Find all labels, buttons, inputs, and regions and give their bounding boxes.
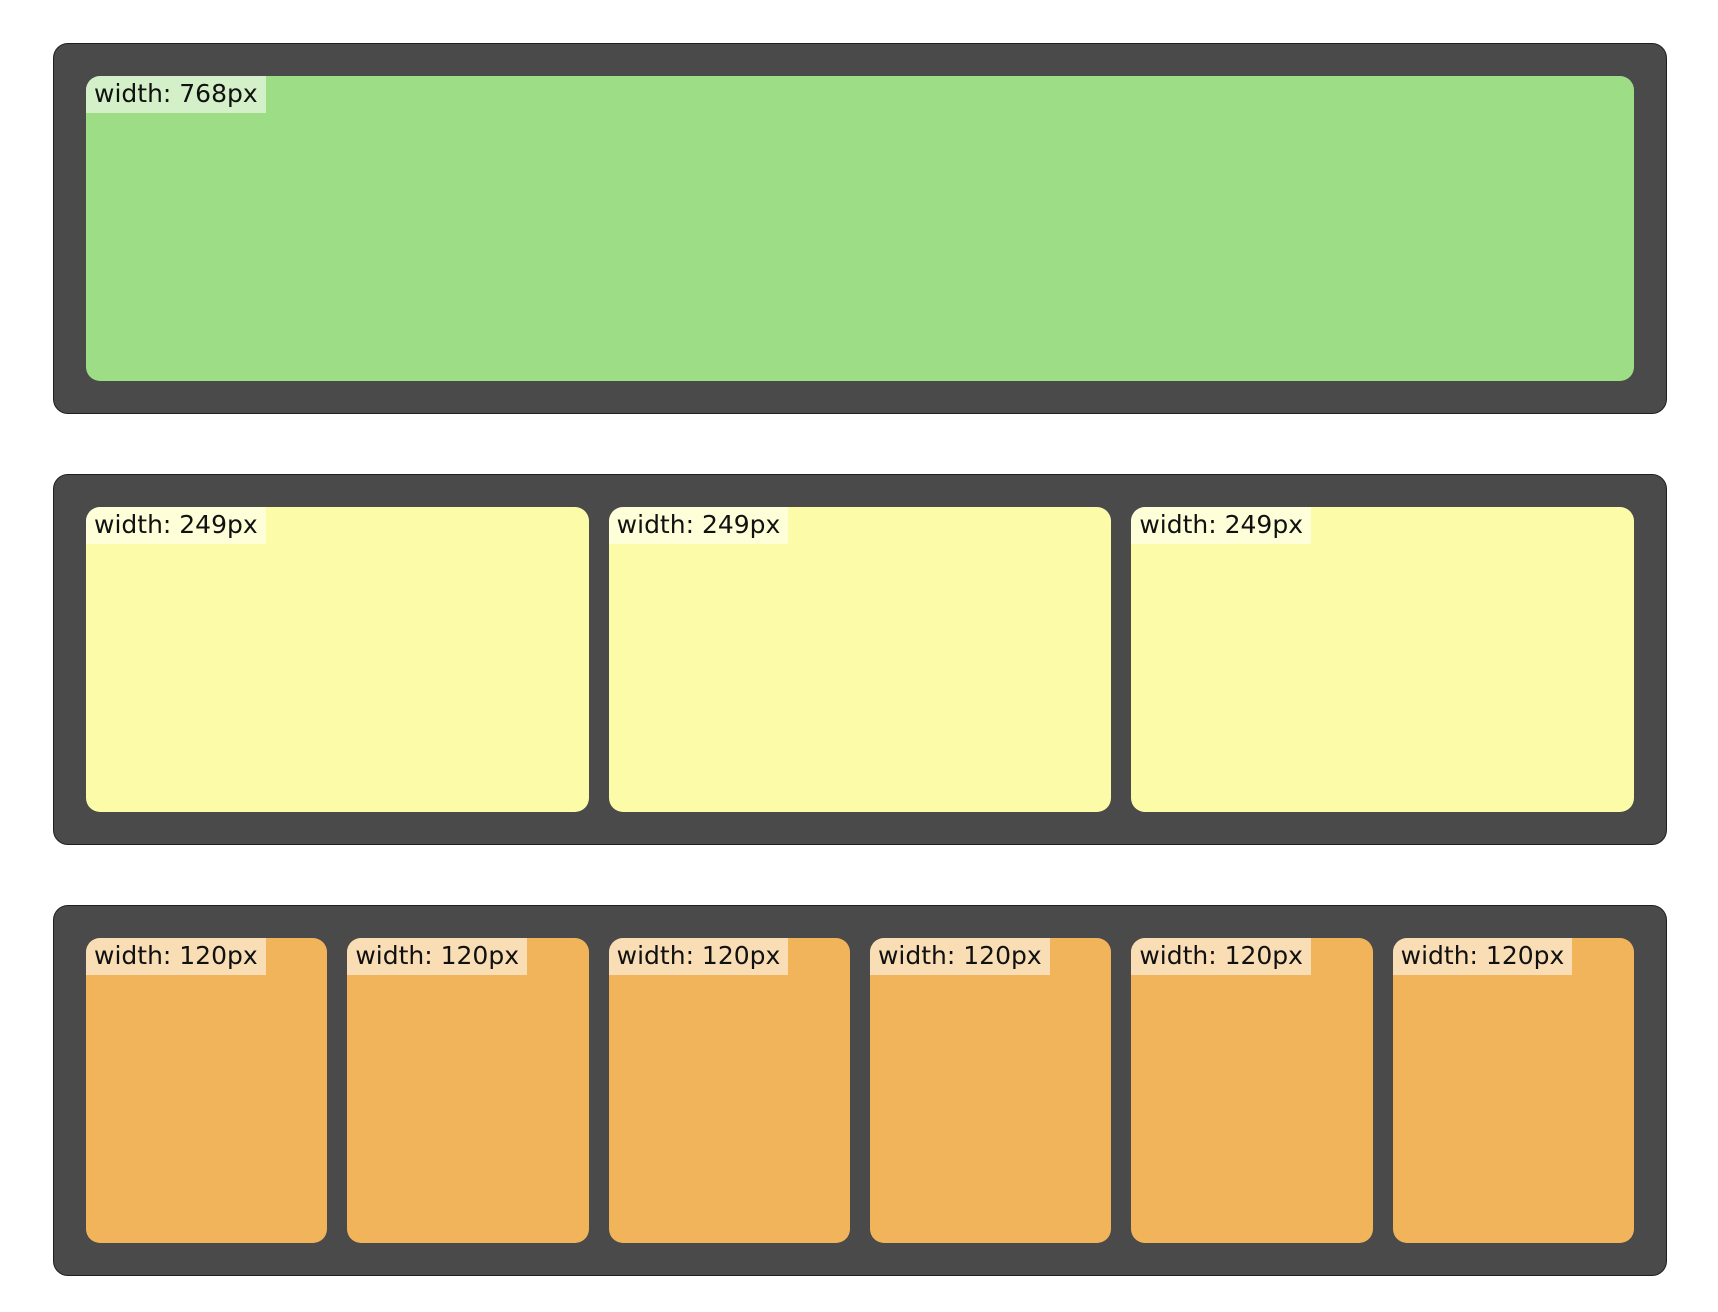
box-orange-3: width: 120px xyxy=(608,938,850,1243)
box-label: width: 249px xyxy=(608,507,789,544)
box-orange-5: width: 120px xyxy=(1131,938,1373,1243)
box-label: width: 249px xyxy=(1131,507,1312,544)
box-yellow-2: width: 249px xyxy=(608,507,1112,812)
box-label: width: 120px xyxy=(608,938,789,975)
box-orange-2: width: 120px xyxy=(347,938,589,1243)
box-label: width: 120px xyxy=(86,938,266,975)
box-yellow-1: width: 249px xyxy=(86,507,589,812)
container-row-3: width: 120px width: 120px width: 120px w… xyxy=(53,905,1667,1276)
box-orange-1: width: 120px xyxy=(86,938,328,1243)
box-label: width: 120px xyxy=(1392,938,1573,975)
box-yellow-3: width: 249px xyxy=(1131,507,1635,812)
box-label: width: 120px xyxy=(869,938,1050,975)
container-row-1: width: 768px xyxy=(53,43,1667,414)
box-label: width: 120px xyxy=(1131,938,1311,975)
box-green: width: 768px xyxy=(86,76,1634,381)
box-label: width: 120px xyxy=(347,938,527,975)
box-label: width: 768px xyxy=(86,76,266,113)
box-label: width: 249px xyxy=(86,507,266,544)
container-row-2: width: 249px width: 249px width: 249px xyxy=(53,474,1667,845)
box-orange-4: width: 120px xyxy=(869,938,1112,1243)
box-orange-6: width: 120px xyxy=(1392,938,1634,1243)
